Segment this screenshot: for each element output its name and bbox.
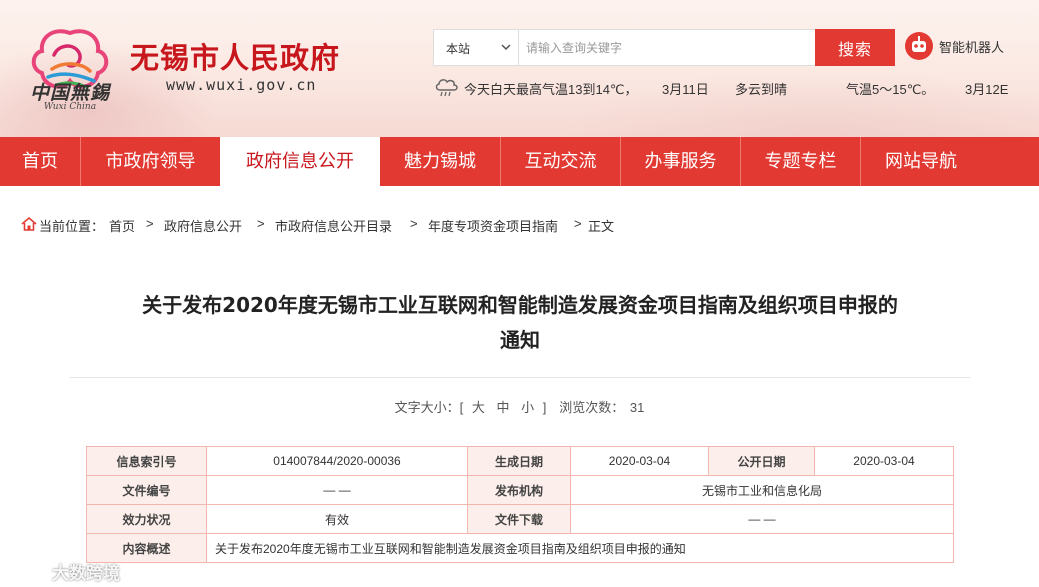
logo-english-text: Wuxi China — [43, 102, 97, 112]
weather-date: 3月11日 — [662, 82, 709, 97]
table-value: 2020-03-04 — [570, 446, 709, 476]
breadcrumb-item-gov-info[interactable]: 政府信息公开 — [164, 216, 242, 235]
breadcrumb-item-fund-guide[interactable]: 年度专项资金项目指南 — [428, 216, 558, 235]
cloud-rain-icon — [435, 79, 458, 97]
breadcrumb-prefix: 当前位置： — [39, 219, 105, 234]
site-name[interactable]: 无锡市人民政府 — [130, 35, 340, 77]
article-title: 关于发布2020年度无锡市工业互联网和智能制造发展资金项目指南及组织项目申报的 … — [60, 288, 980, 358]
nav-item-home[interactable]: 首页 — [0, 137, 80, 186]
home-icon — [21, 216, 37, 231]
search-scope-select[interactable]: 本站 — [434, 30, 519, 65]
table-row: 文件编号 — — 发布机构 无锡市工业和信息化局 — [86, 475, 954, 505]
weather-next-date: 3月12E — [965, 82, 1009, 97]
breadcrumb-separator: > — [146, 216, 154, 231]
weather-text: 今天白天最高气温13到14℃， — [464, 82, 638, 97]
nav-item-charm-city[interactable]: 魅力锡城 — [380, 137, 500, 186]
table-row: 信息索引号 014007844/2020-00036 生成日期 2020-03-… — [86, 446, 954, 476]
breadcrumb-item-catalog[interactable]: 市政府信息公开目录 — [275, 216, 392, 235]
nav-item-leaders[interactable]: 市政府领导 — [81, 137, 220, 186]
breadcrumb-separator: > — [257, 216, 265, 231]
weather-ticker: 今天白天最高气温13到14℃， 3月11日 多云到晴 气温5～15℃。 3月12… — [433, 76, 1013, 98]
search-input[interactable] — [520, 30, 815, 65]
table-value: — — — [206, 475, 468, 505]
table-key: 公开日期 — [708, 446, 815, 476]
font-size-medium-button[interactable]: 中 — [494, 400, 513, 415]
search-scope-label: 本站 — [446, 42, 471, 56]
table-value: 关于发布2020年度无锡市工业互联网和智能制造发展资金项目指南及组织项目申报的通… — [206, 533, 954, 563]
views-count: 31 — [629, 400, 645, 415]
breadcrumb-item-current: 正文 — [588, 219, 615, 234]
main-nav: 首页 市政府领导 政府信息公开 魅力锡城 互动交流 办事服务 专题专栏 网站导航 — [0, 137, 1039, 186]
logo-chinese-text: 中国無錫 — [29, 82, 110, 104]
nav-item-site-nav[interactable]: 网站导航 — [861, 137, 981, 186]
table-key: 效力状况 — [86, 504, 207, 534]
views-label: 浏览次数： — [559, 400, 625, 415]
nav-item-interaction[interactable]: 互动交流 — [501, 137, 620, 186]
table-row: 内容概述 关于发布2020年度无锡市工业互联网和智能制造发展资金项目指南及组织项… — [86, 533, 954, 563]
table-key: 生成日期 — [467, 446, 571, 476]
weather-condition: 多云到晴 — [735, 82, 788, 97]
search-bar: 本站 搜索 — [433, 29, 895, 66]
download-link[interactable]: — — — [570, 504, 954, 534]
table-value: 014007844/2020-00036 — [206, 446, 468, 476]
nav-item-services[interactable]: 办事服务 — [621, 137, 740, 186]
article-meta: 文字大小：[ 大 中 小 ] 浏览次数： 31 — [0, 397, 1039, 416]
chevron-down-icon — [501, 44, 511, 51]
table-key: 文件编号 — [86, 475, 207, 505]
robot-icon — [905, 32, 933, 60]
font-size-large-button[interactable]: 大 — [469, 400, 488, 415]
font-size-label: 文字大小：[ — [394, 400, 464, 415]
table-key: 发布机构 — [467, 475, 571, 505]
font-size-small-button[interactable]: 小 — [518, 400, 537, 415]
breadcrumb-separator: > — [574, 216, 582, 231]
table-value: 有效 — [206, 504, 468, 534]
table-value: 无锡市工业和信息化局 — [570, 475, 954, 505]
weather-temperature: 气温5～15℃。 — [846, 82, 935, 97]
watermark-logo-icon — [10, 560, 49, 578]
info-table: 信息索引号 014007844/2020-00036 生成日期 2020-03-… — [86, 446, 954, 563]
article-title-line: 关于发布2020年度无锡市工业互联网和智能制造发展资金项目指南及组织项目申报的 — [142, 293, 898, 317]
breadcrumb-item-home[interactable]: 首页 — [109, 216, 135, 235]
nav-item-gov-info[interactable]: 政府信息公开 — [220, 137, 380, 186]
robot-label: 智能机器人 — [939, 40, 1005, 55]
breadcrumb-separator: > — [410, 216, 418, 231]
table-row: 效力状况 有效 文件下载 — — — [86, 504, 954, 534]
search-button[interactable]: 搜索 — [815, 29, 895, 66]
site-header: 中国無錫 Wuxi China 无锡市人民政府 www.wuxi.gov.cn … — [0, 0, 1039, 137]
article-title-line: 通知 — [500, 328, 540, 352]
nav-item-topics[interactable]: 专题专栏 — [741, 137, 860, 186]
site-url: www.wuxi.gov.cn — [166, 76, 317, 94]
table-key: 信息索引号 — [86, 446, 207, 476]
table-value: 2020-03-04 — [814, 446, 954, 476]
watermark-text: 大数跨境 — [52, 564, 120, 584]
table-key: 文件下载 — [467, 504, 571, 534]
font-size-bracket: ] — [542, 400, 547, 415]
title-divider — [70, 377, 970, 378]
watermark: 大数跨境 — [4, 556, 154, 584]
